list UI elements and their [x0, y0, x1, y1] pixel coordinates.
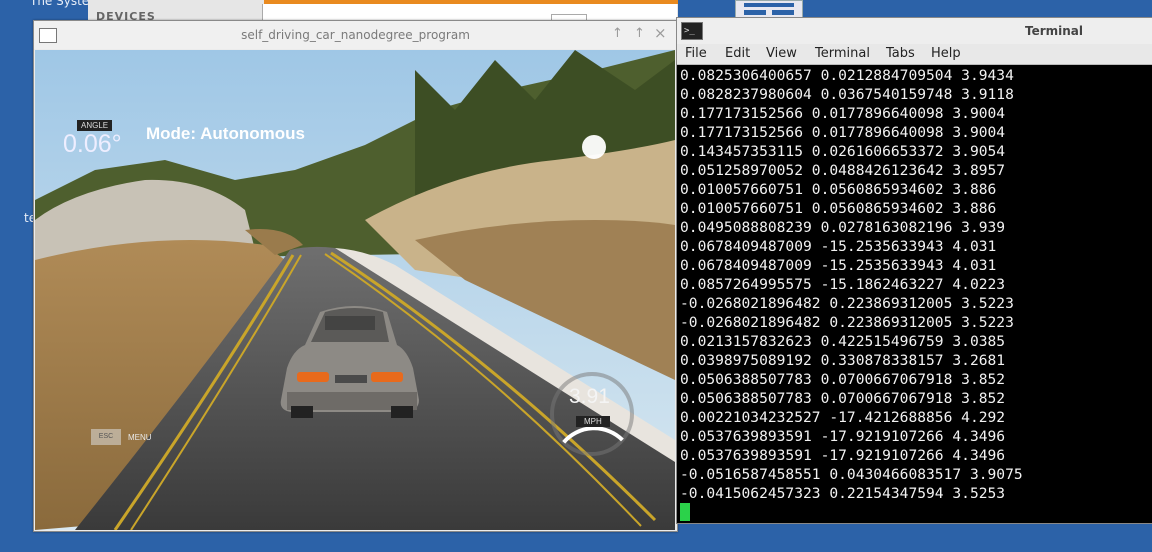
terminal-line: 0.0537639893591 -17.9219107266 4.3496: [680, 428, 1006, 445]
terminal-output[interactable]: 0.0825306400657 0.0212884709504 3.9434 0.…: [680, 66, 1152, 522]
menu-item-tabs[interactable]: Tabs: [886, 46, 915, 61]
terminal-line: 0.010057660751 0.0560865934602 3.886: [680, 200, 997, 217]
terminal-line: 0.0825306400657 0.0212884709504 3.9434: [680, 67, 1014, 84]
terminal-line: 0.0213157832623 0.422515496759 3.0385: [680, 333, 1006, 350]
terminal-line: 0.0537639893591 -17.9219107266 4.3496: [680, 447, 1006, 464]
terminal-line: 0.0678409487009 -15.2535633943 4.031: [680, 238, 997, 255]
terminal-cursor-line: [680, 503, 1152, 522]
mode-label: Mode: Autonomous: [146, 124, 305, 143]
menu-item-view[interactable]: View: [766, 46, 797, 61]
menu-button[interactable]: ESC: [91, 429, 121, 445]
menu-item-help[interactable]: Help: [931, 46, 961, 61]
simulator-titlebar[interactable]: self_driving_car_nanodegree_program ↑ ↑ …: [34, 21, 677, 49]
terminal-window[interactable]: >_ Terminal File Edit View Terminal Tabs Help…: [676, 17, 1152, 524]
simulator-viewport[interactable]: ANGLE 0.06° Mode: Autonomous 3.91 MPH ES…: [35, 50, 675, 530]
restore-icon[interactable]: ↑: [634, 26, 645, 41]
terminal-line: -0.0516587458551 0.0430466083517 3.9075: [680, 466, 1023, 483]
terminal-cursor: [680, 503, 690, 521]
angle-value: 0.06°: [63, 130, 122, 158]
icon-bar: [744, 10, 766, 15]
terminal-line: 0.0828237980604 0.0367540159748 3.9118: [680, 86, 1014, 103]
terminal-line: 0.0857264995575 -15.1862463227 4.0223: [680, 276, 1006, 293]
terminal-line: 0.00221034232527 -17.4212688856 4.292: [680, 409, 1006, 426]
terminal-line: 0.177173152566 0.0177896640098 3.9004: [680, 105, 1006, 122]
terminal-title: Terminal: [1025, 24, 1084, 38]
terminal-line: -0.0268021896482 0.223869312005 3.5223: [680, 295, 1014, 312]
terminal-line: 0.0506388507783 0.0700667067918 3.852: [680, 390, 1006, 407]
terminal-line: 0.051258970052 0.0488426123642 3.8957: [680, 162, 1006, 179]
simulator-window[interactable]: self_driving_car_nanodegree_program ↑ ↑ …: [33, 20, 678, 532]
terminal-line: -0.0268021896482 0.223869312005 3.5223: [680, 314, 1014, 331]
menu-item-edit[interactable]: Edit: [725, 46, 750, 61]
icon-bar: [744, 3, 794, 7]
menu-label: MENU: [128, 433, 152, 442]
terminal-line: 0.0398975089192 0.330878338157 3.2681: [680, 352, 1006, 369]
terminal-line: 0.010057660751 0.0560865934602 3.886: [680, 181, 997, 198]
terminal-menubar: File Edit View Terminal Tabs Help: [677, 44, 1152, 65]
close-icon[interactable]: ×: [654, 24, 667, 42]
desktop-window-icon[interactable]: [735, 0, 803, 18]
terminal-line: 0.143457353115 0.0261606653372 3.9054: [680, 143, 1006, 160]
terminal-line: 0.177173152566 0.0177896640098 3.9004: [680, 124, 1006, 141]
simulator-title: self_driving_car_nanodegree_program: [241, 28, 470, 42]
speed-unit: MPH: [576, 416, 610, 427]
terminal-line: 0.0495088808239 0.0278163082196 3.939: [680, 219, 1006, 236]
desktop-label: The Syste: [30, 0, 90, 8]
icon-bar: [772, 10, 794, 15]
menu-item-file[interactable]: File: [685, 46, 707, 61]
maximize-icon[interactable]: ↑: [612, 26, 623, 41]
speed-value: 3.91: [569, 385, 610, 408]
menu-item-terminal[interactable]: Terminal: [815, 46, 870, 61]
terminal-icon[interactable]: >_: [681, 22, 703, 40]
driving-scene: [35, 50, 675, 530]
terminal-line: 0.0678409487009 -15.2535633943 4.031: [680, 257, 997, 274]
terminal-line: -0.0415062457323 0.22154347594 3.5253: [680, 485, 1006, 502]
terminal-titlebar[interactable]: >_ Terminal: [677, 18, 1152, 44]
terminal-line: 0.0506388507783 0.0700667067918 3.852: [680, 371, 1006, 388]
